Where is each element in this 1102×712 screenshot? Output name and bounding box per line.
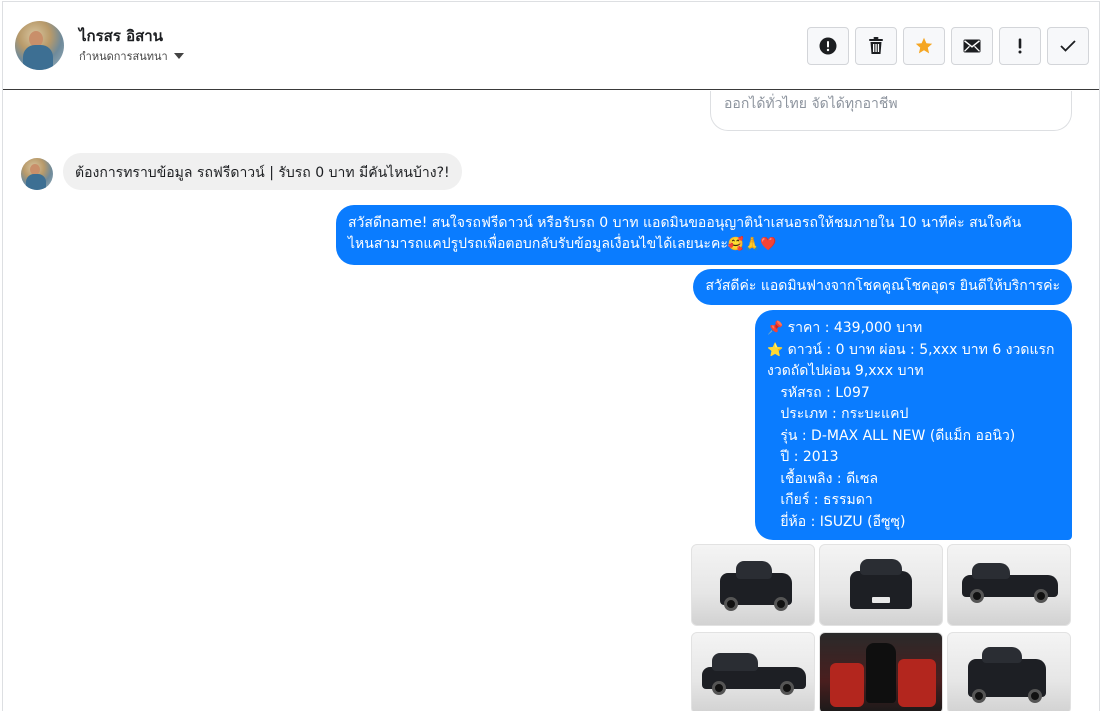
alert-circle-icon [819,37,837,55]
template-card-text: ออกได้ทั่วไทย จัดได้ทุกอาชีพ [724,96,898,112]
wheel-shape [712,681,726,695]
star-emoji-icon: ⭐ [767,342,784,358]
contact-name[interactable]: ไกรสร อิสาน [79,24,163,48]
wheel-shape [1034,589,1048,603]
next-installment-line: งวดถัดไปผ่อน 9,xxx บาท [767,363,924,379]
down-payment-line: ⭐ ดาวน์ : 0 บาท ผ่อน : 5,xxx บาท 6 งวดแร… [767,340,1060,362]
seat-shape [898,659,936,707]
exclamation-icon [1018,38,1022,54]
report-button[interactable] [807,27,849,65]
car-shape [850,571,912,609]
car-photo-2[interactable] [819,544,943,626]
seat-shape [830,663,864,707]
wheel-shape [780,681,794,695]
pin-icon: 📌 [767,321,784,336]
car-photo-3[interactable] [947,544,1071,626]
emoji: 🥰🙏❤️ [727,237,777,252]
star-button[interactable] [903,27,945,65]
follow-up-button[interactable] [999,27,1041,65]
wheel-shape [724,597,738,611]
car-cabin-shape [972,563,1010,579]
delete-button[interactable] [855,27,897,65]
wheel-shape [1028,689,1042,703]
car-gear-line: เกียร์ : ธรรมดา [767,492,873,508]
car-cabin-shape [736,561,772,579]
mark-unread-button[interactable] [951,27,993,65]
incoming-message[interactable]: ต้องการทราบข้อมูล รถฟรีดาวน์ | รับรถ 0 บ… [63,153,462,190]
car-brand-line: ยี่ห้อ : ISUZU (อีซูซุ) [767,513,906,530]
car-photo-4[interactable] [691,632,815,711]
car-photo-6[interactable] [947,632,1071,711]
wheel-shape [774,597,788,611]
trash-icon [869,37,883,54]
star-icon [915,37,933,54]
car-type-line: ประเภท : กระบะแคป [767,406,909,422]
outgoing-message-car-details[interactable]: 📌 ราคา : 439,000 บาท ⭐ ดาวน์ : 0 บาท ผ่อ… [755,310,1072,540]
mail-icon [963,39,981,53]
message-line-with-emoji: ไหนสามารถแคปรูปรถเพื่อตอบกลับรับข้อมูลเง… [348,234,1060,255]
license-plate-shape [872,597,890,603]
car-cabin-shape [860,559,902,575]
check-icon [1060,40,1076,52]
car-fuel-line: เชื้อเพลิง : ดีเซล [767,470,879,487]
wheel-shape [970,589,984,603]
price-line: 📌 ราคา : 439,000 บาท [767,318,1060,340]
caret-down-icon [173,53,184,59]
message-line: ไหนสามารถแคปรูปรถเพื่อตอบกลับรับข้อมูลเง… [348,236,728,252]
photo-grid [691,544,1073,711]
message-thread[interactable]: ออกได้ทั่วไทย จัดได้ทุกอาชีพ ต้องการทราบ… [3,91,1099,711]
wheel-shape [972,689,986,703]
price-text: ราคา : 439,000 บาท [783,320,923,336]
down-payment-text: ดาวน์ : 0 บาท ผ่อน : 5,xxx บาท 6 งวดแรก [783,341,1055,358]
contact-avatar[interactable] [15,21,64,70]
car-model-line: รุ่น : D-MAX ALL NEW (ดีแม็ก ออนิว) [767,427,1016,444]
car-photo-1[interactable] [691,544,815,626]
messenger-window: ไกรสร อิสาน กำหนดการสนทนา ออกได้ทั่วไทย … [2,1,1100,711]
outgoing-message-welcome[interactable]: สวัสดีค่ะ แอดมินฟางจากโชคคูณโชคอุดร ยินด… [693,269,1072,305]
template-card[interactable]: ออกได้ทั่วไทย จัดได้ทุกอาชีพ [710,91,1072,131]
mark-done-button[interactable] [1047,27,1089,65]
sender-avatar [21,158,53,190]
car-cabin-shape [982,647,1022,663]
conversation-toolbar [807,27,1089,65]
console-shape [866,643,896,703]
outgoing-message-greeting[interactable]: สวัสดีname! สนใจรถฟรีดาวน์ หรือรับรถ 0 บ… [336,205,1072,265]
car-cabin-shape [712,653,758,671]
conversation-settings-label: กำหนดการสนทนา [79,50,168,63]
conversation-header: ไกรสร อิสาน กำหนดการสนทนา [3,2,1099,90]
conversation-settings-dropdown[interactable]: กำหนดการสนทนา [79,47,184,65]
car-code-line: รหัสรถ : L097 [767,384,870,401]
car-year-line: ปี : 2013 [767,449,839,465]
message-line: สวัสดีname! สนใจรถฟรีดาวน์ หรือรับรถ 0 บ… [348,215,1022,231]
car-photo-5-interior[interactable] [819,632,943,711]
